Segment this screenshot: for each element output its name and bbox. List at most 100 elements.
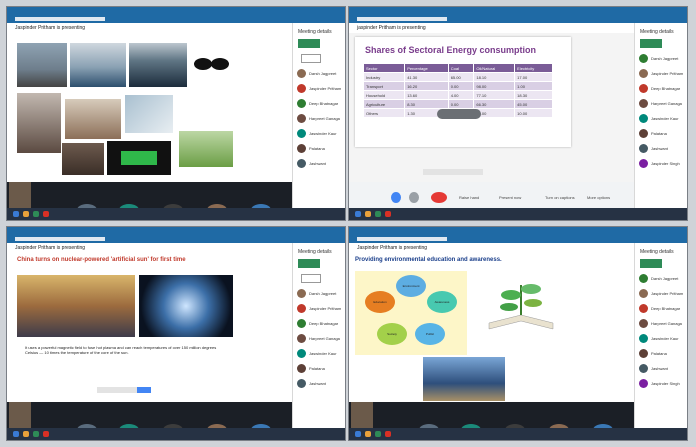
slide-photo-car	[70, 43, 126, 87]
slide-caption-box	[97, 387, 151, 393]
participant-row[interactable]: Darsh Jagpreet	[297, 289, 345, 298]
table-cell: Electricity	[514, 63, 553, 73]
presenting-label: Jaspinder Pritham is presenting	[15, 25, 86, 31]
presenting-label: Jaspinder Pritham is presenting	[15, 245, 86, 251]
windows-taskbar	[7, 428, 345, 440]
shared-screen: China turns on nuclear-powered 'artifici…	[7, 253, 295, 405]
more-options-button[interactable]: More options	[587, 195, 610, 200]
diagram-circle: Education	[365, 291, 395, 313]
slide-nav-pill[interactable]	[437, 109, 481, 119]
participant-row[interactable]: Jashwant	[639, 364, 687, 373]
table-cell: Transport	[362, 81, 406, 91]
video-quadrant-bottom-left: Jaspinder Pritham is presenting China tu…	[6, 226, 346, 441]
video-quadrant-top-left: Jaspinder Pritham is presenting Meeting …	[6, 6, 346, 221]
self-view-camera	[351, 402, 373, 428]
participant-row[interactable]: Jaswinder Kaur	[297, 349, 345, 358]
presenting-label: jaspinder Pritham is presenting	[357, 25, 426, 31]
slide-photo-reactor-hall	[17, 275, 135, 337]
participant-row[interactable]: Jaspinder Singh	[639, 159, 687, 168]
browser-titlebar	[349, 7, 687, 23]
present-button[interactable]	[298, 259, 320, 268]
slide-caption-box	[423, 169, 483, 175]
participant-row[interactable]: Jaswinder Kaur	[297, 129, 345, 138]
participant-row[interactable]: Jashwant	[639, 144, 687, 153]
table-cell: 98.00	[473, 81, 516, 91]
participant-tiles-bar	[7, 182, 295, 208]
table-cell: 0.00	[447, 81, 475, 91]
slide-photo-road	[17, 43, 67, 87]
participant-row[interactable]: Deep Bhatnagar	[297, 319, 345, 328]
raise-hand-button[interactable]: Raise hand	[459, 195, 479, 200]
present-button[interactable]	[640, 39, 662, 48]
sidebar-option[interactable]	[301, 54, 321, 63]
participant-row[interactable]: Palatana	[639, 349, 687, 358]
table-header-row: Sector Percentage Coal Oil/Natural Electrici…	[362, 63, 553, 73]
video-quadrant-top-right: jaspinder Pritham is presenting Shares o…	[348, 6, 688, 221]
participant-row[interactable]: Deep Bhatnagar	[297, 99, 345, 108]
participant-row[interactable]: Deep Bhatnagar	[639, 304, 687, 313]
slide-photo-solar-charger	[107, 141, 171, 175]
participant-row[interactable]: Harpreet Ganaga	[297, 334, 345, 343]
table-cell: 41.30	[404, 72, 449, 82]
participant-row[interactable]: Jaswinder Kaur	[639, 114, 687, 123]
participant-row[interactable]: Jaswinder Kaur	[639, 334, 687, 343]
participant-row[interactable]: Palatana	[297, 364, 345, 373]
participant-row[interactable]: Jaspinder Pritham	[639, 289, 687, 298]
slide-photo-plasma	[139, 275, 233, 337]
participant-row[interactable]: Jaspinder Pritham	[297, 84, 345, 93]
end-call-button[interactable]	[431, 192, 447, 203]
slide-photo-glasses	[191, 49, 231, 79]
table-cell: Oil/Natural	[473, 63, 516, 73]
participant-row[interactable]: Darsh Jagpreet	[297, 69, 345, 78]
participant-row[interactable]: Jaspinder Pritham	[297, 304, 345, 313]
windows-taskbar	[349, 428, 687, 440]
present-now-button[interactable]: Present now	[499, 195, 521, 200]
slide-photo-classroom	[423, 357, 505, 401]
table-row: Household 13.60 4.00 77.10 18.30	[362, 90, 553, 100]
table-cell: 77.10	[473, 90, 516, 100]
diagram-circle: Awareness	[427, 291, 457, 313]
slide-title: China turns on nuclear-powered 'artifici…	[17, 257, 186, 263]
microphone-button[interactable]	[391, 192, 401, 203]
table-cell: 4.00	[447, 90, 475, 100]
participant-tiles-bar	[349, 402, 637, 428]
sidebar-title: Meeting details	[298, 249, 332, 255]
diagram-circle: Environment	[396, 275, 426, 297]
table-cell: 18.10	[473, 72, 516, 82]
table-cell: 10.00	[514, 108, 553, 118]
participant-row[interactable]: Jaspinder Singh	[639, 379, 687, 388]
participant-row[interactable]: Darsh Jagpreet	[639, 274, 687, 283]
diagram-circle: Society	[377, 323, 407, 345]
participant-row[interactable]: Harpreet Ganaga	[639, 319, 687, 328]
sidebar-title: Meeting details	[298, 29, 332, 35]
sidebar-option[interactable]	[301, 274, 321, 283]
video-quadrant-bottom-right: Jaspinder Pritham is presenting Providin…	[348, 226, 688, 441]
sidebar-title: Meeting details	[640, 29, 674, 35]
table-cell: 17.00	[514, 72, 553, 82]
participant-tiles-bar	[7, 402, 295, 428]
present-button[interactable]	[640, 259, 662, 268]
slide-bullet-text: It uses a powerful magnetic field to fus…	[25, 345, 217, 355]
slide-title: Providing environmental education and aw…	[355, 257, 502, 263]
shared-screen: Shares of Sectoral Energy consumption Se…	[349, 33, 637, 185]
browser-titlebar	[7, 227, 345, 243]
table-cell: Coal	[447, 63, 475, 73]
participant-row[interactable]: Harpreet Ganaga	[639, 99, 687, 108]
meeting-sidebar: Meeting details Darsh Jagpreet Jaspinder…	[292, 23, 345, 220]
participant-row[interactable]: Deep Bhatnagar	[639, 84, 687, 93]
present-button[interactable]	[298, 39, 320, 48]
participant-row[interactable]: Jashwant	[297, 379, 345, 388]
participant-row[interactable]: Darsh Jagpreet	[639, 54, 687, 63]
camera-button[interactable]	[409, 192, 419, 203]
participant-row[interactable]: Jaspinder Pritham	[639, 69, 687, 78]
meeting-sidebar: Meeting details Darsh Jagpreet Jaspinder…	[634, 243, 687, 440]
participant-row[interactable]: Palatana	[297, 144, 345, 153]
participant-row[interactable]: Jashwant	[297, 159, 345, 168]
table-cell: 8.30	[404, 99, 449, 109]
participant-row[interactable]: Harpreet Ganaga	[297, 114, 345, 123]
participant-row[interactable]: Palatana	[639, 129, 687, 138]
table-cell: Industry	[362, 72, 406, 82]
table-cell: 18.30	[514, 90, 553, 100]
captions-button[interactable]: Turn on captions	[545, 195, 575, 200]
table-cell: Sector	[362, 63, 406, 73]
